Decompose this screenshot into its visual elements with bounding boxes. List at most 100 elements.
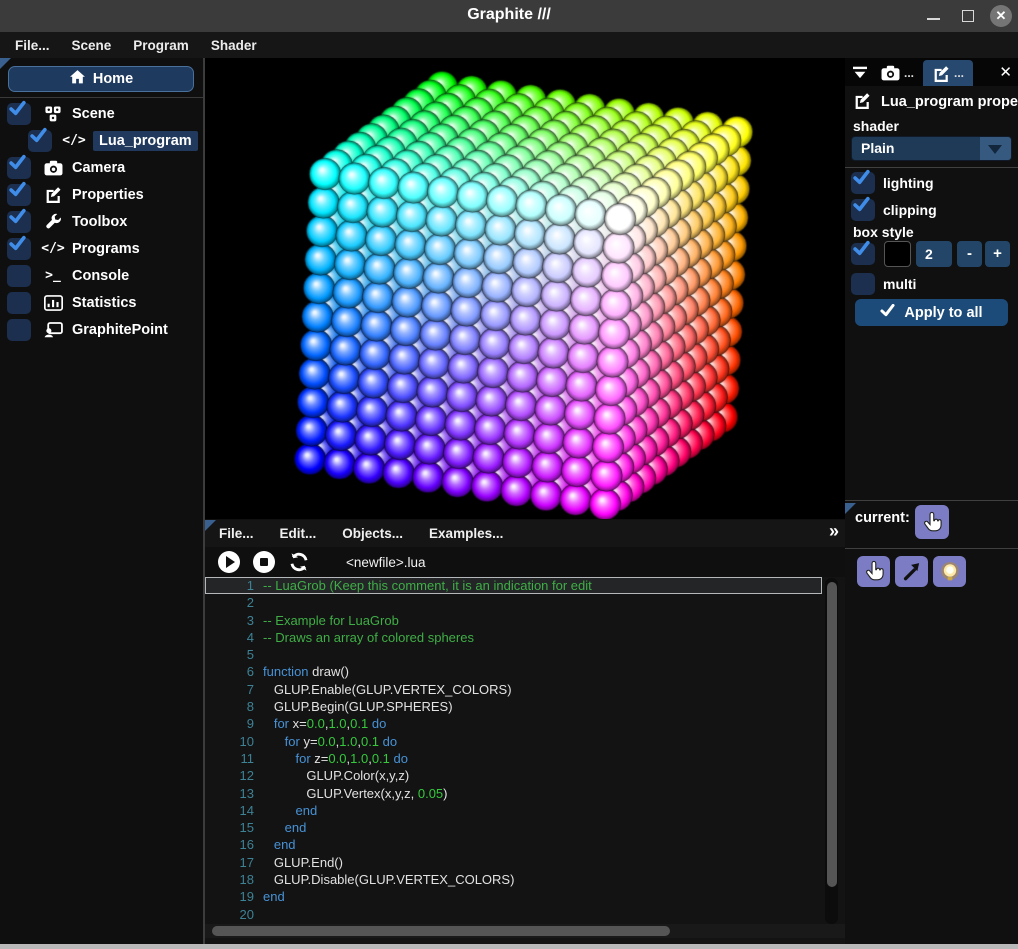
tab-object-props[interactable]: ... [923, 60, 973, 86]
box-style-checkbox[interactable] [851, 243, 875, 265]
multi-checkbox[interactable] [851, 273, 875, 295]
shader-dropdown[interactable]: Plain [851, 136, 1012, 161]
properties-visibility-checkbox[interactable] [7, 184, 31, 206]
scrollbar-thumb[interactable] [827, 582, 837, 887]
multi-row: multi [851, 273, 916, 295]
editor-menu-objects[interactable]: Objects... [342, 526, 403, 541]
code-line: 4-- Draws an array of colored spheres [205, 629, 822, 646]
editor-menu-examples[interactable]: Examples... [429, 526, 503, 541]
code-line: 9 for x=0.0,1.0,0.1 do [205, 715, 822, 732]
programs-visibility-checkbox[interactable] [7, 238, 31, 260]
editor-overflow-button[interactable]: » [829, 521, 839, 542]
editor-vertical-scrollbar[interactable] [825, 578, 838, 924]
edit-icon [932, 65, 950, 82]
sidebar-item-label: Programs [72, 241, 140, 257]
apply-to-all-button[interactable]: Apply to all [855, 299, 1008, 326]
chevron-down-icon [980, 137, 1011, 160]
minimize-button[interactable] [927, 18, 940, 20]
toolbox-visibility-checkbox[interactable] [7, 211, 31, 233]
sidebar-item-label: Statistics [72, 295, 136, 311]
sidebar-item-graphitepoint[interactable]: GraphitePoint [0, 316, 203, 343]
code-icon: </> [41, 238, 65, 260]
lighting-checkbox[interactable] [851, 172, 875, 194]
grab-tool-button[interactable] [857, 556, 890, 587]
apply-label: Apply to all [904, 305, 982, 321]
lua-program-visibility-checkbox[interactable] [28, 130, 52, 152]
line-number: 20 [205, 906, 263, 923]
sidebar-item-statistics[interactable]: Statistics [0, 289, 203, 316]
file-tab[interactable]: <newfile>.lua [346, 555, 426, 570]
sidebar-item-scene[interactable]: Scene [0, 100, 203, 127]
menu-program[interactable]: Program [122, 34, 200, 57]
camera-icon [881, 65, 900, 81]
clipping-row: clipping [851, 199, 937, 221]
sidebar-item-console[interactable]: >_Console [0, 262, 203, 289]
editor-menu-edit[interactable]: Edit... [280, 526, 317, 541]
code-line: 16 end [205, 836, 822, 853]
graphitepoint-visibility-checkbox[interactable] [7, 319, 31, 341]
line-number: 15 [205, 819, 263, 836]
scene-visibility-checkbox[interactable] [7, 103, 31, 125]
line-number: 8 [205, 698, 263, 715]
editor-menu-file[interactable]: File... [219, 526, 254, 541]
increment-button[interactable]: + [985, 241, 1010, 267]
maximize-button[interactable] [962, 10, 974, 22]
main-menu-bar: File...SceneProgramShader [0, 32, 1018, 58]
box-color-swatch[interactable] [884, 241, 911, 267]
close-button[interactable]: ✕ [990, 5, 1012, 27]
box-style-label: box style [853, 224, 914, 240]
menu-scene[interactable]: Scene [61, 34, 123, 57]
scrollbar-thumb[interactable] [212, 926, 670, 936]
line-number: 1 [205, 577, 263, 594]
sidebar: Home Scene</>Lua_programCameraProperties… [0, 58, 203, 944]
home-button[interactable]: Home [8, 66, 194, 92]
box-width-value[interactable]: 2 [916, 241, 952, 267]
stop-button[interactable] [253, 551, 275, 573]
sidebar-item-programs[interactable]: </> Programs [0, 235, 203, 262]
sidebar-item-toolbox[interactable]: Toolbox [0, 208, 203, 235]
divider [845, 167, 1018, 168]
panel-close-icon[interactable]: ✕ [999, 63, 1012, 81]
camera-visibility-checkbox[interactable] [7, 157, 31, 179]
statistics-visibility-checkbox[interactable] [7, 292, 31, 314]
light-tool-button[interactable] [933, 556, 966, 587]
reload-button[interactable] [288, 551, 310, 573]
sidebar-items: Scene</>Lua_programCameraPropertiesToolb… [0, 100, 203, 343]
home-icon [69, 69, 86, 89]
code-text: -- Draws an array of colored spheres [263, 629, 822, 646]
code-text: GLUP.End() [263, 854, 822, 871]
editor-menu-bar: File... Edit... Objects... Examples... [205, 520, 845, 547]
run-button[interactable] [218, 551, 240, 573]
editor-horizontal-scrollbar[interactable] [205, 924, 845, 938]
properties-panel: ......✕ Lua_program properties shader Pl… [845, 58, 1018, 944]
menu-file[interactable]: File... [4, 34, 61, 57]
console-visibility-checkbox[interactable] [7, 265, 31, 287]
line-number: 11 [205, 750, 263, 767]
sphere-cube-render[interactable] [205, 58, 845, 519]
terminal-icon: >_ [41, 265, 65, 287]
code-line: 3-- Example for LuaGrob [205, 612, 822, 629]
panel-corner-grip[interactable] [205, 520, 216, 531]
current-tool-button[interactable] [915, 505, 949, 539]
code-line: 10 for y=0.0,1.0,0.1 do [205, 733, 822, 750]
sidebar-item-lua-program[interactable]: </>Lua_program [0, 127, 203, 154]
sidebar-item-camera[interactable]: Camera [0, 154, 203, 181]
tab-camera-props[interactable]: ... [872, 60, 923, 86]
viewport-3d[interactable] [205, 58, 845, 519]
divider [845, 500, 1018, 501]
line-number: 9 [205, 715, 263, 732]
panel-menu-icon[interactable] [852, 65, 868, 80]
line-number: 12 [205, 767, 263, 784]
select-tool-button[interactable] [895, 556, 928, 587]
line-number: 4 [205, 629, 263, 646]
code-editor[interactable]: 1-- LuaGrob (Keep this comment, it is an… [205, 577, 822, 924]
sidebar-item-properties[interactable]: Properties [0, 181, 203, 208]
clipping-checkbox[interactable] [851, 199, 875, 221]
line-number: 3 [205, 612, 263, 629]
code-line: 19end [205, 888, 822, 905]
code-text: for z=0.0,1.0,0.1 do [263, 750, 822, 767]
title-bar: Graphite /// ✕ [0, 0, 1018, 32]
code-text: end [263, 888, 822, 905]
menu-shader[interactable]: Shader [200, 34, 268, 57]
decrement-button[interactable]: - [957, 241, 982, 267]
